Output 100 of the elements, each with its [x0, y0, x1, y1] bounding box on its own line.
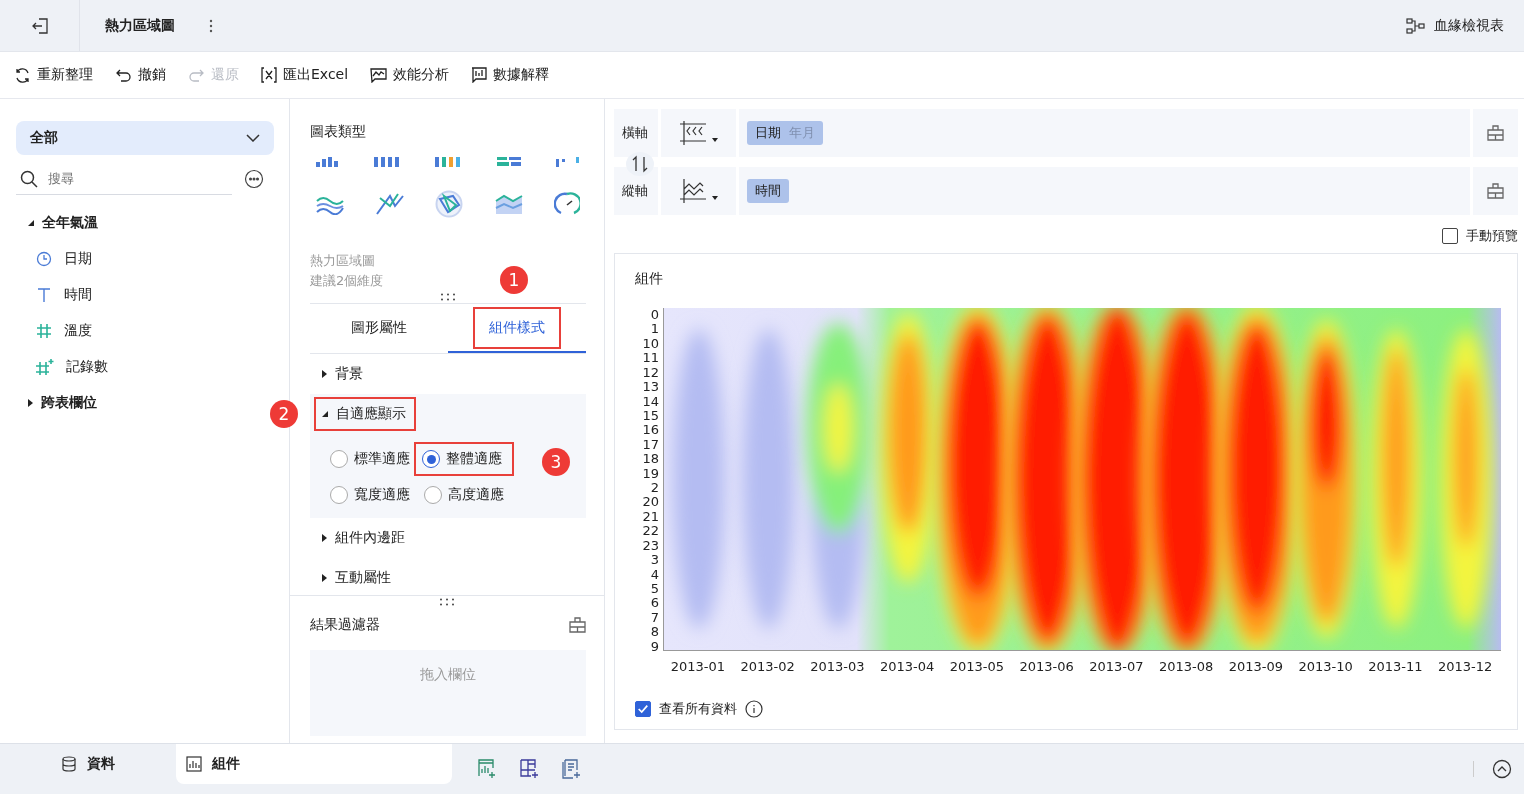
y-axis-label: 22 — [642, 524, 659, 538]
y-axis-label: 2 — [650, 481, 659, 495]
radio-button[interactable] — [330, 486, 348, 504]
toolbar-button[interactable]: 效能分析 — [370, 66, 450, 84]
radar-chart-icon[interactable] — [435, 190, 463, 218]
checkbox-label: 查看所有資料 — [659, 700, 737, 718]
field-pill[interactable]: 日期 年月 — [747, 121, 823, 145]
chart-icon — [186, 756, 202, 772]
y-axis-label: 20 — [642, 495, 659, 509]
bottom-tab[interactable]: 組件 — [176, 744, 452, 784]
radio-button[interactable] — [422, 450, 440, 468]
field-item[interactable]: 溫度 — [16, 313, 273, 349]
section-title: 圖表類型 — [310, 123, 367, 141]
exit-icon — [30, 16, 49, 35]
more-icon[interactable] — [244, 169, 264, 189]
add-chart-icon[interactable] — [478, 759, 498, 779]
spreadsheet-icon — [261, 67, 277, 83]
bar-chart-icon[interactable] — [496, 157, 521, 167]
y-axis-label: 6 — [650, 596, 659, 610]
bottom-tab[interactable]: 資料 — [0, 744, 176, 784]
axis-type-button[interactable] — [661, 167, 736, 215]
toolbar-button[interactable]: 數據解釋 — [471, 66, 550, 84]
lineage-icon — [1406, 17, 1426, 34]
y-axis-label: 4 — [650, 567, 659, 581]
radio-option[interactable]: 整體適應 — [418, 446, 510, 472]
x-axis-label: 2013-04 — [878, 659, 936, 674]
checkbox-label: 手動預覽 — [1466, 227, 1518, 245]
x-axis-label: 2013-10 — [1297, 659, 1354, 674]
y-axis-label: 5 — [650, 582, 659, 595]
field-pill[interactable]: 時間 — [747, 179, 789, 203]
hash-icon — [36, 323, 52, 339]
dataset-select[interactable]: 全部 — [16, 121, 274, 155]
x-axis-label: 2013-09 — [1227, 659, 1285, 674]
column-chart-icon[interactable] — [316, 157, 338, 167]
field-item[interactable]: 記錄數 — [16, 349, 273, 385]
radio-option[interactable]: 寬度適應 — [330, 482, 414, 508]
tab[interactable]: 組件樣式 — [448, 304, 586, 353]
caret-icon — [711, 196, 718, 200]
search-icon — [20, 169, 38, 188]
add-table-icon[interactable] — [520, 759, 540, 779]
y-axis-label: 14 — [642, 394, 659, 408]
info-icon[interactable] — [745, 700, 763, 718]
toolbar-button[interactable]: 匯出Excel — [261, 66, 349, 84]
collapse-icon[interactable] — [1492, 759, 1512, 779]
report-title: 熱力區域圖 — [105, 16, 175, 35]
more-icon[interactable] — [209, 18, 213, 33]
refresh-icon — [14, 66, 31, 84]
y-axis-label: 18 — [642, 452, 659, 466]
y-axis-label: 19 — [642, 466, 659, 480]
y-axis-label: 10 — [642, 336, 659, 350]
monitor-icon — [370, 67, 388, 83]
y-axis-label: 15 — [642, 408, 659, 422]
search-field[interactable]: 搜尋 — [48, 169, 198, 188]
x-axis-label: 2013-11 — [1367, 659, 1424, 674]
resize-handle[interactable] — [439, 598, 455, 606]
scatter-bars-icon[interactable] — [556, 157, 580, 167]
tab[interactable]: 圖形屬性 — [310, 304, 448, 353]
axis-area-icon — [679, 179, 706, 203]
checkbox[interactable] — [635, 701, 651, 717]
gauge-icon[interactable] — [554, 191, 580, 217]
callout-badge: 3 — [542, 448, 570, 476]
database-icon — [61, 756, 77, 772]
y-axis-label: 13 — [642, 380, 659, 394]
radio-option[interactable]: 標準適應 — [330, 446, 414, 472]
y-axis-label: 12 — [642, 365, 659, 379]
radio-button[interactable] — [424, 486, 442, 504]
section-header[interactable]: 背景 — [316, 359, 371, 389]
radio-button[interactable] — [330, 450, 348, 468]
section-header[interactable]: 互動屬性 — [316, 563, 399, 593]
chart-type-name: 熱力區域圖 — [310, 252, 375, 270]
field-item[interactable]: 時間 — [16, 277, 273, 313]
checkbox[interactable] — [1442, 228, 1458, 244]
x-axis-label: 2013-06 — [1018, 659, 1075, 674]
stacked-column-icon[interactable] — [373, 157, 400, 167]
axis-drop-zone[interactable]: 日期 年月 — [739, 109, 1470, 157]
toolbar-button[interactable]: 重新整理 — [14, 66, 93, 84]
chevron-icon — [246, 134, 260, 142]
chart-type-hint: 建議2個維度 — [310, 272, 384, 290]
add-report-icon[interactable] — [562, 759, 582, 779]
axis-type-button[interactable] — [661, 109, 736, 157]
filter-title: 結果過濾器 — [310, 616, 380, 634]
field-item[interactable]: 日期 — [16, 241, 273, 277]
y-axis-label: 17 — [642, 437, 659, 451]
lineage-button[interactable]: 血緣檢視表 — [1406, 16, 1504, 35]
widget-title: 組件 — [635, 270, 664, 288]
resize-handle[interactable] — [440, 293, 456, 301]
axis-drop-zone[interactable]: 時間 — [739, 167, 1470, 215]
y-axis-label: 23 — [642, 538, 659, 552]
x-axis-label: 2013-12 — [1436, 659, 1494, 674]
section-header[interactable]: 組件內邊距 — [316, 523, 413, 553]
toolbar-button[interactable]: 撤銷 — [115, 66, 166, 84]
x-axis-label: 2013-05 — [948, 659, 1006, 674]
radio-option[interactable]: 高度適應 — [424, 482, 508, 508]
percent-column-icon[interactable] — [435, 157, 461, 167]
y-axis-label: 21 — [642, 509, 659, 523]
area-chart-icon[interactable] — [494, 193, 523, 215]
tree-node[interactable]: 跨表欄位 — [16, 385, 273, 421]
tree-node[interactable]: 全年氣溫 — [16, 205, 273, 241]
section-header[interactable]: 自適應顯示 — [316, 399, 414, 429]
y-axis-label: 9 — [650, 639, 659, 653]
